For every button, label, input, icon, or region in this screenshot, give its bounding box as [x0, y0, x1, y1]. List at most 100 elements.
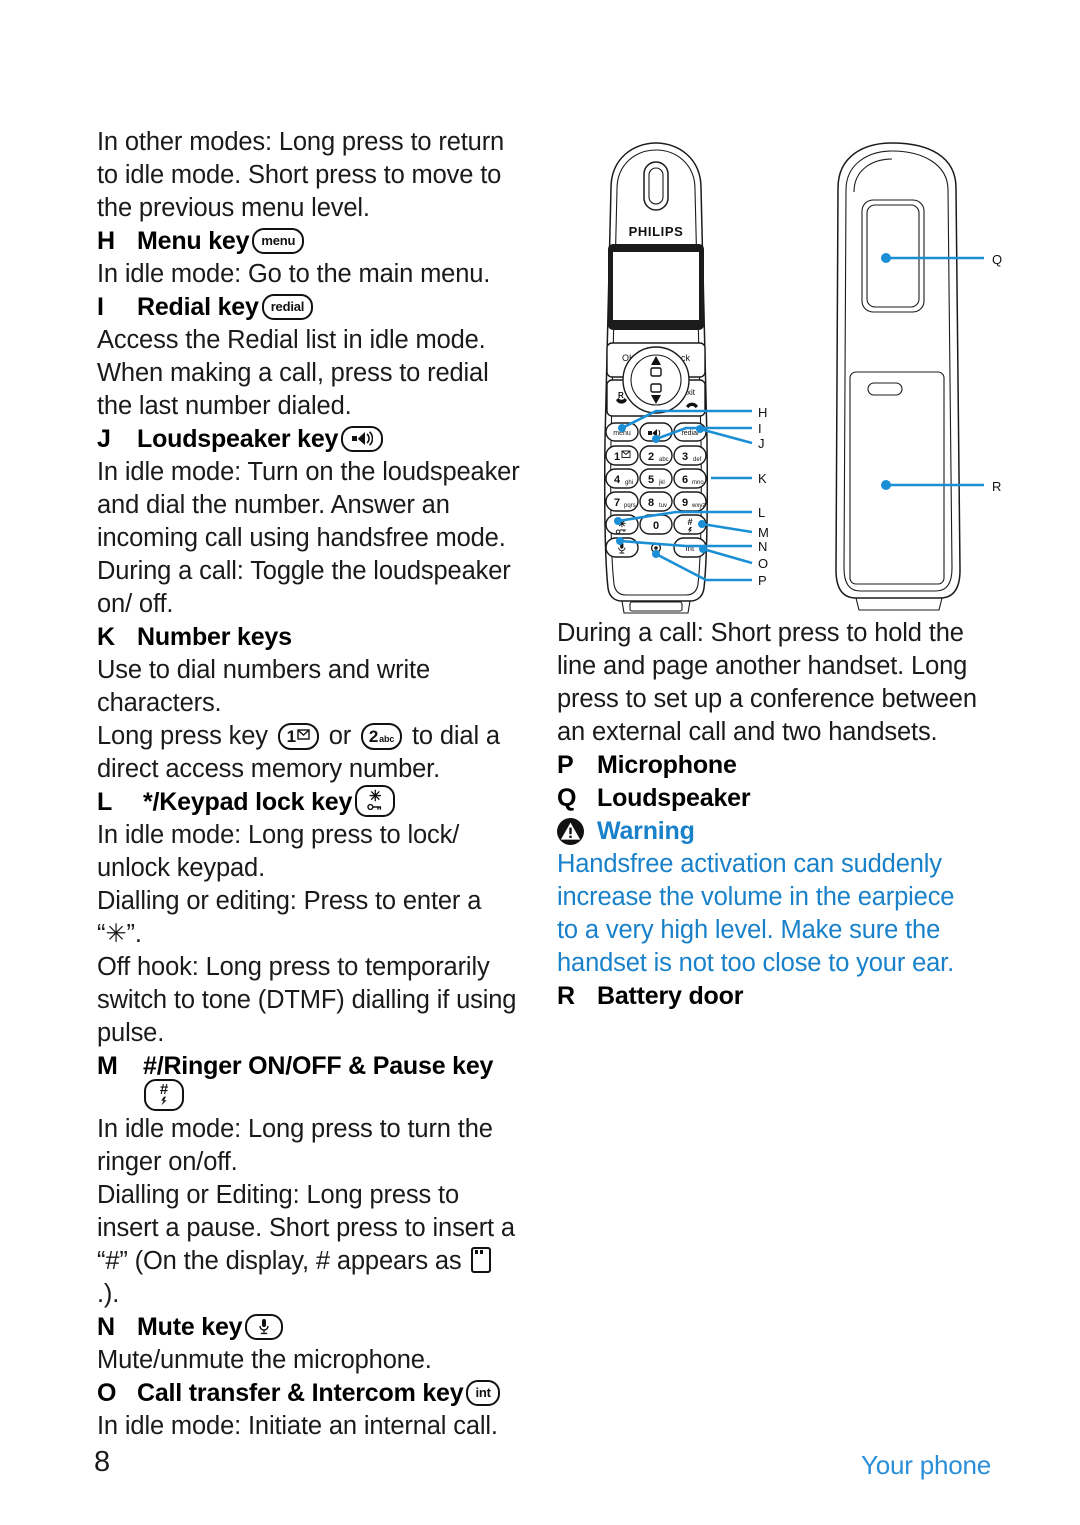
inline-mid: or	[321, 722, 359, 750]
svg-text:L: L	[758, 505, 765, 520]
entry-heading-r: R Battery door	[557, 980, 982, 1013]
entry-title-o: Call transfer & Intercom key	[137, 1379, 464, 1407]
entry-body-l-2: Dialling or editing: Press to enter a “✳…	[97, 887, 482, 948]
svg-text:K: K	[758, 471, 767, 486]
intro-paragraph: In other modes: Long press to return to …	[97, 128, 505, 222]
entry-letter-p: P	[557, 751, 574, 779]
entry-title-m: #/Ringer ON/OFF & Pause key	[143, 1052, 494, 1080]
svg-text:#: #	[687, 517, 692, 527]
entry-title-h: Menu key	[137, 227, 250, 255]
entry-title-r: Battery door	[597, 982, 744, 1010]
entry-heading-j: J Loudspeaker key	[97, 423, 522, 456]
mute-microphone-key-icon	[245, 1313, 284, 1340]
svg-text:jkl: jkl	[658, 480, 665, 486]
entry-body-h: In idle mode: Go to the main menu.	[97, 260, 491, 288]
svg-text:J: J	[758, 436, 765, 451]
entry-heading-p: P Microphone	[557, 749, 982, 782]
warning-triangle-icon	[557, 818, 584, 845]
handset-diagram: .o { fill:none; stroke:#1b1b1b; stroke-w…	[556, 140, 1026, 620]
right-text-column: During a call: Short press to hold the l…	[557, 617, 982, 1013]
svg-text:def: def	[693, 457, 702, 463]
entry-title-k: Number keys	[137, 623, 292, 651]
key-1-voicemail-icon: 1	[277, 722, 319, 750]
entry-letter-m: M	[97, 1052, 118, 1080]
entry-body-j-1: In idle mode: Turn on the loudspeaker an…	[97, 458, 520, 552]
entry-body-n: Mute/unmute the microphone.	[97, 1346, 432, 1374]
loudspeaker-key-icon	[341, 425, 384, 452]
entry-body-k-inline: Long press key 1 or 2 abc to dial a direc…	[97, 720, 522, 786]
entry-heading-l: L */Keypad lock key ✳	[97, 784, 522, 819]
entry-heading-n: N Mute key	[97, 1311, 522, 1344]
section-label: Your phone	[860, 1450, 991, 1480]
entry-body-m-pre: Dialling or Editing: Long press to inser…	[97, 1181, 515, 1275]
entry-letter-n: N	[97, 1313, 115, 1341]
entry-letter-k: K	[97, 623, 115, 651]
entry-heading-i: I Redial key redial	[97, 291, 522, 324]
svg-text:H: H	[758, 405, 767, 420]
svg-text:3: 3	[682, 451, 688, 463]
entry-body-l-3: Off hook: Long press to temporarily swit…	[97, 953, 517, 1047]
svg-text:PHILIPS: PHILIPS	[629, 224, 684, 239]
manual-page: In other modes: Long press to return to …	[0, 0, 1080, 1525]
svg-text:4: 4	[614, 474, 621, 486]
right-lead-paragraph: During a call: Short press to hold the l…	[557, 619, 977, 746]
entry-heading-h: H Menu key menu	[97, 225, 522, 258]
entry-heading-k: K Number keys	[97, 621, 522, 654]
entry-letter-l: L	[97, 788, 113, 816]
svg-text:ghi: ghi	[625, 480, 633, 486]
entry-letter-o: O	[97, 1379, 117, 1407]
svg-text:1: 1	[614, 451, 620, 463]
hash-ringer-pause-key-icon: #	[144, 1079, 184, 1111]
entry-body-k: Use to dial numbers and write characters…	[97, 656, 430, 717]
entry-body-o: In idle mode: Initiate an internal call.	[97, 1412, 498, 1440]
svg-text:N: N	[758, 539, 767, 554]
entry-body-i-2: When making a call, press to redial the …	[97, 359, 489, 420]
svg-text:tuv: tuv	[659, 503, 667, 509]
warning-body: Handsfree activation can suddenly increa…	[557, 850, 955, 977]
entry-title-j: Loudspeaker key	[137, 425, 339, 453]
entry-body-j-2: During a call: Toggle the loudspeaker on…	[97, 557, 511, 618]
entry-letter-i: I	[97, 293, 104, 321]
inline-pre: Long press key	[97, 722, 275, 750]
intercom-key-icon: int	[466, 1379, 500, 1406]
svg-text:P: P	[758, 573, 767, 588]
entry-title-q: Loudspeaker	[597, 784, 751, 812]
handset-side-view	[835, 142, 961, 611]
entry-title-l: */Keypad lock key	[143, 788, 353, 816]
entry-body-m-post: .).	[97, 1280, 120, 1308]
svg-text:wxyz: wxyz	[691, 503, 705, 509]
svg-text:8: 8	[648, 497, 654, 509]
entry-body-m-2: Dialling or Editing: Long press to inser…	[97, 1179, 522, 1311]
entry-heading-o: O Call transfer & Intercom key int	[97, 1377, 522, 1410]
svg-text:2: 2	[648, 451, 654, 463]
svg-text:R: R	[992, 479, 1001, 494]
entry-body-l-1: In idle mode: Long press to lock/ unlock…	[97, 821, 460, 882]
svg-text:9: 9	[682, 497, 688, 509]
svg-text:abc: abc	[659, 457, 669, 463]
entry-title-i: Redial key	[137, 293, 259, 321]
svg-text:I: I	[758, 421, 762, 436]
entry-letter-h: H	[97, 227, 115, 255]
entry-title-p: Microphone	[597, 751, 737, 779]
left-text-column: In other modes: Long press to return to …	[97, 126, 522, 1443]
entry-body-m-1: In idle mode: Long press to turn the rin…	[97, 1115, 493, 1176]
entry-title-n: Mute key	[137, 1313, 243, 1341]
entry-letter-q: Q	[557, 784, 577, 812]
svg-text:M: M	[758, 525, 769, 540]
warning-heading: Warning	[557, 815, 982, 848]
key-2-abc-icon: 2 abc	[361, 722, 403, 750]
svg-text:redial: redial	[681, 430, 699, 437]
menu-key-icon: menu	[252, 227, 305, 254]
hash-display-glyph-icon	[471, 1247, 492, 1273]
entry-heading-q: Q Loudspeaker	[557, 782, 982, 815]
redial-key-icon: redial	[261, 293, 314, 320]
page-number: 8	[94, 1446, 111, 1478]
svg-text:Q: Q	[992, 252, 1002, 267]
warning-label: Warning	[597, 817, 695, 845]
svg-text:mno: mno	[692, 480, 704, 486]
entry-letter-j: J	[97, 425, 111, 453]
svg-text:0: 0	[653, 520, 659, 532]
entry-body-i-1: Access the Redial list in idle mode.	[97, 326, 486, 354]
star-keypad-lock-key-icon: ✳	[355, 784, 396, 817]
svg-text:pqrs: pqrs	[624, 503, 636, 509]
